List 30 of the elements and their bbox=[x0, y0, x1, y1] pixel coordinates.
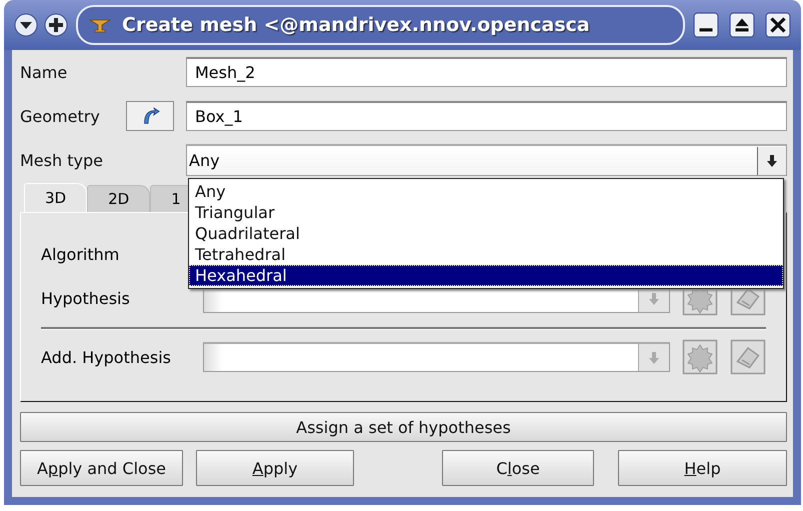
assign-hypotheses-button[interactable]: Assign a set of hypotheses bbox=[20, 412, 787, 442]
dropdown-option[interactable]: Hexahedral bbox=[189, 265, 783, 286]
dropdown-option[interactable]: Tetrahedral bbox=[189, 244, 783, 265]
close-icon[interactable] bbox=[765, 12, 791, 38]
window-title: Create mesh <@mandrivex.nnov.opencasca bbox=[122, 14, 590, 36]
plus-icon[interactable] bbox=[44, 13, 68, 37]
select-geometry-button[interactable] bbox=[126, 101, 174, 131]
dialog-button[interactable]: Apply bbox=[196, 450, 354, 486]
field-label: Add. Hypothesis bbox=[41, 348, 172, 366]
field-label: Geometry bbox=[20, 106, 101, 126]
dialog-button[interactable]: Close bbox=[442, 450, 594, 486]
dialog-button[interactable]: Apply and Close bbox=[20, 450, 183, 486]
app-icon bbox=[88, 17, 112, 33]
dropdown-option[interactable]: Quadrilateral bbox=[189, 223, 783, 244]
down-arrow-icon bbox=[767, 154, 777, 166]
minimize-icon[interactable] bbox=[693, 12, 719, 38]
field-label: Algorithm bbox=[41, 244, 120, 264]
dialog-button[interactable]: Help bbox=[618, 450, 787, 486]
down-arrow-icon bbox=[649, 352, 659, 364]
tab[interactable]: 2D bbox=[87, 185, 150, 212]
down-arrow-icon bbox=[649, 292, 659, 304]
field-label: Hypothesis bbox=[41, 288, 131, 308]
field-label: Mesh type bbox=[20, 150, 104, 170]
geometry-field[interactable]: Box_1 bbox=[186, 101, 787, 131]
tab[interactable]: 3D bbox=[24, 183, 88, 212]
menu-icon[interactable] bbox=[14, 13, 38, 37]
name-field[interactable]: Mesh_2 bbox=[186, 57, 787, 87]
field-label: Name bbox=[20, 62, 68, 82]
maximize-icon[interactable] bbox=[729, 12, 755, 38]
mesh-type-combo[interactable]: Any bbox=[186, 144, 787, 176]
